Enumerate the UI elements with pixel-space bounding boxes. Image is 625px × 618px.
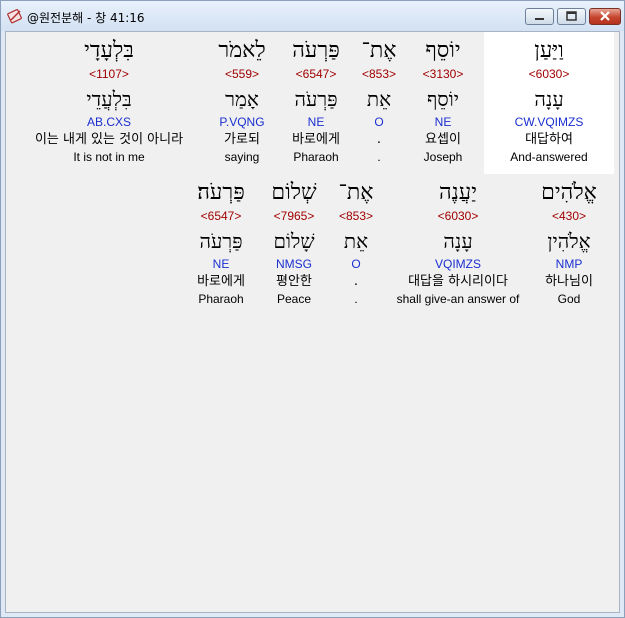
close-icon (600, 11, 610, 21)
strong-number[interactable]: <1107> (9, 65, 209, 83)
lemma-word: בִּלְעֲדֵי (86, 87, 132, 111)
title-bar[interactable]: @원전분해 - 창 41:16 (1, 1, 624, 31)
word-item[interactable]: בִּלְעָדָי <1107> בִּלְעֲדֵי AB.CXS 이는 내… (9, 32, 209, 165)
korean-gloss: 이는 내게 있는 것이 아니라 (34, 132, 184, 147)
hebrew-word: פַּרְעֹה׃ (197, 180, 245, 205)
strong-number[interactable]: <6547> (156, 207, 286, 225)
parsing-code: NE (212, 257, 230, 271)
maximize-icon (566, 11, 577, 21)
lemma-word: פַּרְעֹה (199, 229, 243, 253)
english-gloss: It is not in me (73, 150, 145, 164)
verse-analysis-panel: וַיַּעַן <6030> עָנָה CW.VQIMZS 대답하여 And… (5, 31, 620, 613)
hebrew-word: בִּלְעָדָי (84, 38, 134, 63)
maximize-button[interactable] (557, 8, 586, 25)
parsing-code: AB.CXS (86, 115, 131, 129)
app-window: @원전분해 - 창 41:16 וַיַּעַן <6030> עָנָה CW… (0, 0, 625, 618)
english-gloss: Pharaoh (198, 292, 244, 306)
minimize-button[interactable] (525, 8, 554, 25)
word-item[interactable]: פַּרְעֹה׃ <6547> פַּרְעֹה NE 바로에게 Pharao… (156, 174, 286, 307)
minimize-icon (535, 18, 544, 20)
book-pen-icon (7, 9, 22, 24)
korean-gloss: 바로에게 (197, 274, 245, 289)
window-title: @원전분해 - 창 41:16 (27, 11, 145, 25)
close-button[interactable] (589, 8, 621, 25)
